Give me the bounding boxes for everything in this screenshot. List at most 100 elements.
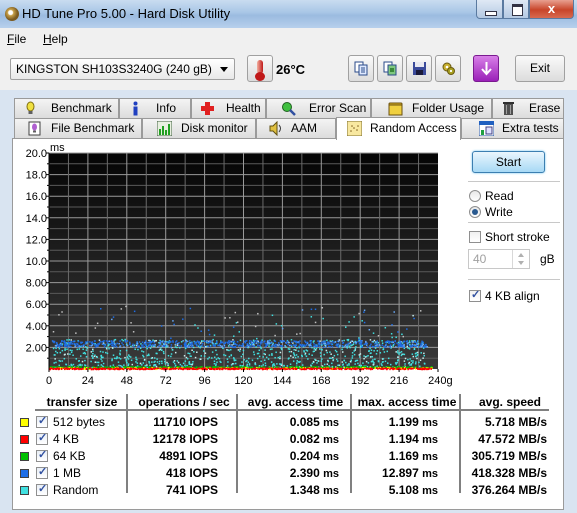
data-point — [149, 347, 152, 349]
data-point — [363, 357, 365, 360]
series-visible-checkbox[interactable] — [36, 414, 48, 428]
temperature-button[interactable] — [247, 55, 273, 82]
data-point — [406, 342, 409, 345]
4kb-align-checkbox[interactable] — [469, 288, 481, 302]
data-point — [415, 361, 417, 363]
data-point — [301, 355, 304, 358]
data-point — [183, 355, 186, 357]
data-point — [254, 340, 257, 342]
minimize-button[interactable] — [476, 0, 503, 19]
data-point — [119, 350, 122, 352]
data-point — [326, 339, 328, 342]
tab-info[interactable]: Info — [119, 98, 191, 118]
data-point — [81, 341, 84, 344]
data-point — [395, 351, 397, 353]
menu-help[interactable]: Help — [43, 32, 68, 46]
tab-folder-usage[interactable]: Folder Usage — [371, 98, 492, 118]
series-visible-checkbox[interactable] — [36, 448, 48, 462]
data-point — [392, 368, 394, 371]
drive-select[interactable]: KINGSTON SH103S3240G (240 gB) — [10, 58, 235, 80]
tab-file-benchmark[interactable]: File Benchmark — [14, 118, 142, 138]
copy-screenshot-button[interactable] — [377, 55, 403, 82]
data-point — [228, 343, 231, 346]
data-point — [121, 338, 123, 341]
data-point — [162, 345, 165, 347]
series-color-swatch — [20, 435, 29, 444]
data-point — [118, 342, 120, 345]
data-point — [213, 356, 216, 359]
tab-erase[interactable]: Erase — [492, 98, 564, 118]
data-point — [292, 356, 294, 359]
folder-icon — [388, 102, 403, 116]
data-point — [292, 360, 295, 362]
start-button[interactable]: Start — [472, 151, 545, 173]
data-point — [418, 346, 421, 348]
tab-health[interactable]: Health — [191, 98, 266, 118]
data-point — [271, 348, 273, 350]
data-point — [403, 345, 405, 347]
close-button[interactable]: x — [529, 0, 574, 19]
download-button[interactable] — [473, 55, 499, 82]
data-point — [175, 343, 177, 345]
tab-disk-monitor[interactable]: Disk monitor — [142, 118, 256, 138]
data-point — [286, 340, 289, 343]
data-point — [172, 320, 174, 322]
short-stroke-spinner[interactable] — [512, 250, 529, 268]
data-point — [318, 341, 321, 344]
maximize-button[interactable] — [503, 0, 529, 19]
data-point — [184, 343, 187, 346]
data-point — [341, 361, 344, 363]
data-point — [368, 328, 371, 331]
tab-aam[interactable]: AAM — [256, 118, 336, 138]
data-point — [369, 347, 371, 350]
data-point — [99, 340, 102, 343]
data-point — [125, 349, 128, 352]
data-point — [409, 358, 411, 360]
data-point — [278, 368, 281, 370]
data-point — [94, 354, 96, 357]
data-point — [371, 340, 374, 343]
tab-error-scan[interactable]: Error Scan — [266, 98, 371, 118]
tab-benchmark[interactable]: Benchmark — [14, 98, 119, 118]
tab-extra-tests[interactable]: Extra tests — [461, 118, 564, 138]
data-point — [268, 342, 270, 344]
data-point — [393, 367, 396, 370]
data-point — [235, 367, 237, 369]
options-button[interactable] — [435, 55, 461, 82]
menu-file[interactable]: File — [7, 32, 26, 46]
copy-text-icon — [354, 61, 368, 76]
series-visible-checkbox[interactable] — [36, 465, 48, 479]
short-stroke-checkbox[interactable] — [469, 231, 481, 243]
write-radio[interactable] — [469, 206, 481, 218]
data-point — [295, 344, 297, 346]
data-point — [149, 342, 151, 344]
data-point — [323, 363, 326, 366]
data-point — [53, 366, 55, 368]
data-point — [148, 360, 150, 363]
data-point — [369, 352, 372, 355]
series-visible-checkbox[interactable] — [36, 431, 48, 445]
read-radio[interactable] — [469, 190, 481, 202]
data-point — [167, 341, 169, 343]
save-button[interactable] — [406, 55, 432, 82]
exit-button[interactable]: Exit — [515, 55, 565, 82]
data-point — [344, 368, 346, 371]
data-point — [231, 363, 234, 365]
data-point — [299, 332, 301, 335]
data-point — [151, 368, 153, 370]
avg-speed: 376.264 MB/s — [471, 483, 547, 497]
data-point — [199, 346, 201, 349]
tab-random-access[interactable]: Random Access — [336, 117, 461, 140]
data-point — [226, 341, 229, 344]
data-point — [102, 351, 104, 353]
copy-text-button[interactable] — [348, 55, 374, 82]
data-point — [194, 324, 196, 326]
data-point — [186, 366, 188, 368]
data-point — [198, 342, 200, 344]
data-point — [349, 346, 351, 349]
data-point — [147, 341, 149, 344]
series-visible-checkbox[interactable] — [36, 482, 48, 496]
data-point — [294, 368, 297, 371]
magnifier-icon — [282, 102, 296, 116]
data-point — [139, 362, 142, 365]
